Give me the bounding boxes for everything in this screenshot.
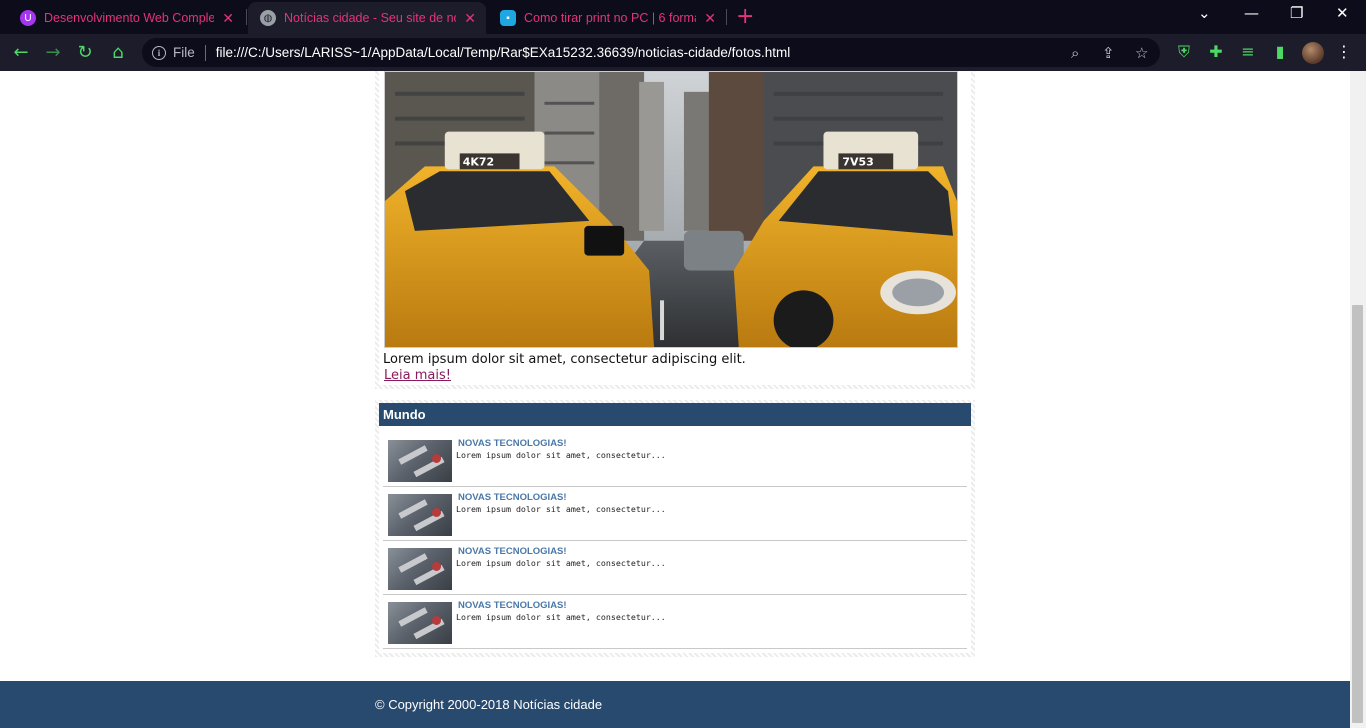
news-thumbnail[interactable]: [388, 602, 452, 644]
featured-photo: 4K72 7V53: [384, 71, 958, 348]
list-item[interactable]: NOVAS TECNOLOGIAS! Lorem ipsum dolor sit…: [383, 595, 967, 649]
tab-desenvolvimento-web[interactable]: U Desenvolvimento Web Completo ✕: [8, 2, 244, 34]
close-tab-icon[interactable]: ✕: [464, 10, 476, 27]
side-panel-icon[interactable]: ▮: [1270, 42, 1290, 61]
tab-title: Como tirar print no PC | 6 formas: [524, 11, 697, 25]
url-text[interactable]: file:///C:/Users/LARISS~1/AppData/Local/…: [216, 45, 790, 60]
world-news-list: NOVAS TECNOLOGIAS! Lorem ipsum dolor sit…: [383, 433, 967, 649]
tab-como-tirar-print[interactable]: ▪ Como tirar print no PC | 6 formas ✕: [488, 2, 726, 34]
news-thumbnail[interactable]: [388, 494, 452, 536]
media-queue-icon[interactable]: ≡: [1238, 42, 1258, 61]
tab-strip: U Desenvolvimento Web Completo ✕ ◍ Notíc…: [0, 0, 1366, 34]
forward-arrow-icon[interactable]: →: [41, 40, 65, 64]
tab-search-chevron-icon[interactable]: ⌄: [1198, 4, 1211, 22]
news-title-link[interactable]: NOVAS TECNOLOGIAS!: [458, 438, 567, 449]
globe-icon: ◍: [260, 10, 276, 26]
back-arrow-icon[interactable]: ←: [9, 40, 33, 64]
new-tab-plus-icon[interactable]: +: [736, 5, 754, 29]
tab-noticias-cidade[interactable]: ◍ Notícias cidade - Seu site de notícias…: [248, 2, 486, 34]
address-divider: [204, 44, 206, 61]
share-icon[interactable]: ⇪: [1102, 38, 1115, 67]
restore-icon[interactable]: ❐: [1290, 4, 1303, 22]
minimize-icon[interactable]: —: [1244, 4, 1259, 22]
featured-caption: Lorem ipsum dolor sit amet, consectetur …: [383, 352, 746, 367]
page-scrollbar[interactable]: [1350, 71, 1366, 728]
news-summary: Lorem ipsum dolor sit amet, consectetur.…: [456, 558, 666, 568]
site-icon: ▪: [500, 10, 516, 26]
reload-icon[interactable]: ↻: [73, 40, 97, 64]
svg-text:7V53: 7V53: [842, 155, 873, 168]
tab-title: Notícias cidade - Seu site de notícias: [284, 11, 456, 25]
list-item[interactable]: NOVAS TECNOLOGIAS! Lorem ipsum dolor sit…: [383, 541, 967, 595]
news-summary: Lorem ipsum dolor sit amet, consectetur.…: [456, 504, 666, 514]
site-footer: © Copyright 2000-2018 Notícias cidade: [0, 681, 1350, 728]
list-item[interactable]: NOVAS TECNOLOGIAS! Lorem ipsum dolor sit…: [383, 487, 967, 541]
news-thumbnail[interactable]: [388, 548, 452, 590]
svg-text:4K72: 4K72: [463, 155, 494, 168]
home-icon[interactable]: ⌂: [106, 40, 130, 64]
news-thumbnail[interactable]: [388, 440, 452, 482]
shield-extension-icon[interactable]: ⛨: [1174, 42, 1194, 62]
news-title-link[interactable]: NOVAS TECNOLOGIAS!: [458, 492, 567, 503]
copyright-text: © Copyright 2000-2018 Notícias cidade: [375, 697, 603, 712]
close-window-icon[interactable]: ✕: [1336, 4, 1349, 22]
page-viewport: 4K72 7V53 Lorem ipsum dolor sit amet, co…: [0, 71, 1350, 728]
more-menu-icon[interactable]: ⋮: [1334, 42, 1354, 61]
extensions-puzzle-icon[interactable]: ✚: [1206, 42, 1226, 61]
zoom-icon[interactable]: ⌕: [1071, 38, 1079, 67]
news-summary: Lorem ipsum dolor sit amet, consectetur.…: [456, 612, 666, 622]
tab-title: Desenvolvimento Web Completo: [44, 11, 215, 25]
tab-divider: [246, 9, 247, 25]
scrollbar-thumb[interactable]: [1352, 305, 1363, 723]
bookmark-star-icon[interactable]: ☆: [1135, 38, 1148, 67]
address-bar[interactable]: i File file:///C:/Users/LARISS~1/AppData…: [142, 38, 1160, 67]
profile-avatar[interactable]: [1302, 42, 1324, 64]
news-title-link[interactable]: NOVAS TECNOLOGIAS!: [458, 546, 567, 557]
site-info-icon[interactable]: i: [152, 45, 166, 60]
news-title-link[interactable]: NOVAS TECNOLOGIAS!: [458, 600, 567, 611]
close-tab-icon[interactable]: ✕: [704, 10, 716, 27]
browser-toolbar: ← → ↻ ⌂ i File file:///C:/Users/LARISS~1…: [0, 34, 1366, 71]
scheme-label: File: [173, 45, 195, 60]
news-summary: Lorem ipsum dolor sit amet, consectetur.…: [456, 450, 666, 460]
tab-divider: [726, 9, 727, 25]
read-more-link[interactable]: Leia mais!: [384, 368, 451, 383]
close-tab-icon[interactable]: ✕: [222, 10, 234, 27]
section-heading-mundo: Mundo: [379, 403, 971, 426]
list-item[interactable]: NOVAS TECNOLOGIAS! Lorem ipsum dolor sit…: [383, 433, 967, 487]
udemy-icon: U: [20, 10, 36, 26]
